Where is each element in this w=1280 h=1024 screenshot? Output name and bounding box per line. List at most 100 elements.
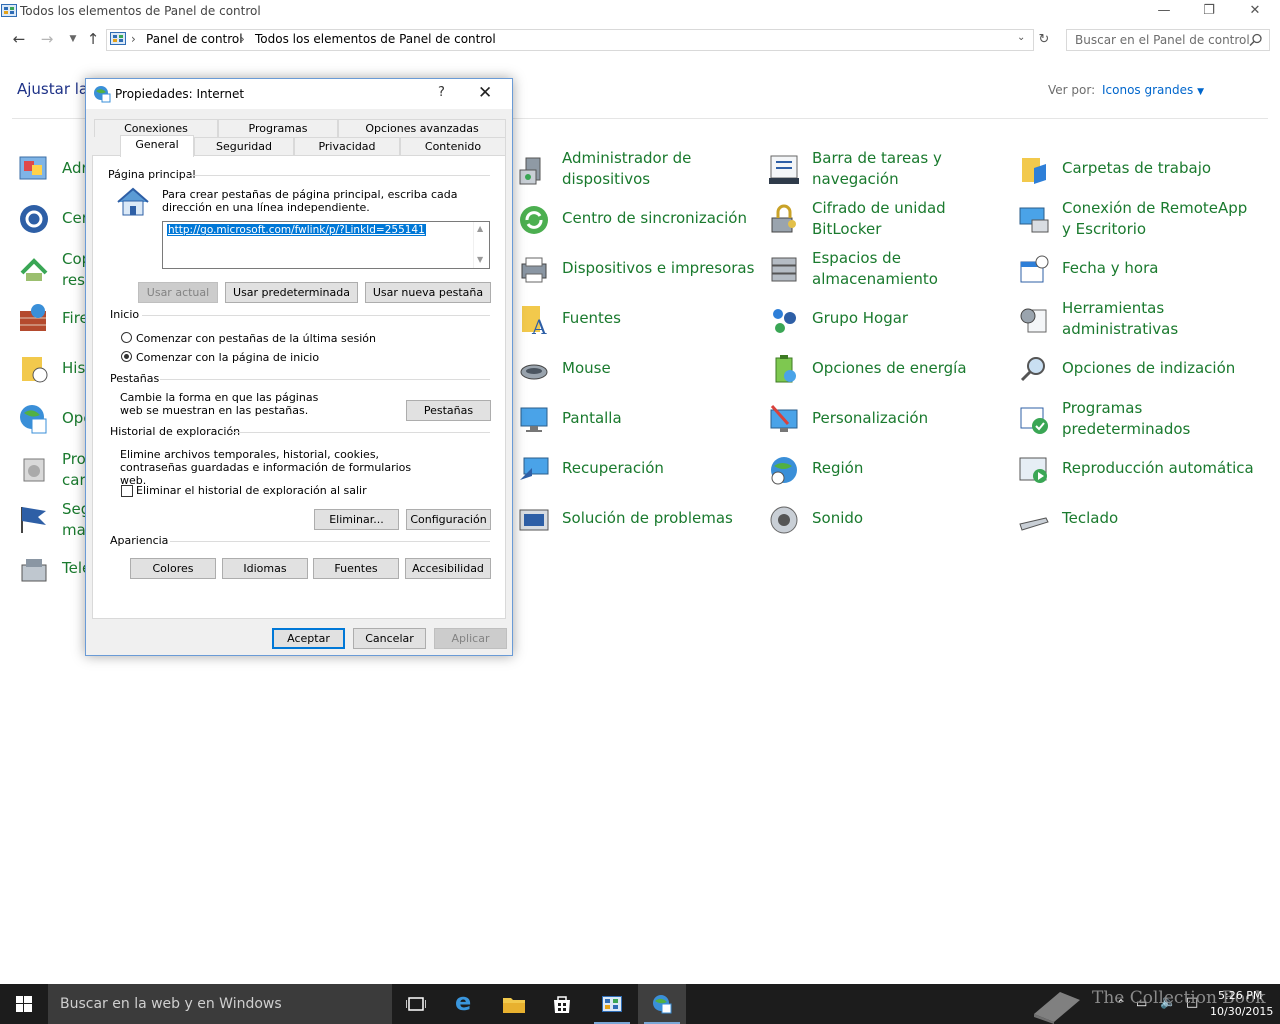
up-arrow-icon[interactable]: ↑ xyxy=(82,26,104,52)
apply-button[interactable]: Aplicar xyxy=(434,628,507,649)
home-page-url-textarea[interactable]: http://go.microsoft.com/fwlink/p/?LinkId… xyxy=(162,221,490,269)
languages-button[interactable]: Idiomas xyxy=(222,558,308,579)
mouse-icon xyxy=(520,364,548,380)
cp-item-mouse[interactable]: Mouse xyxy=(518,348,758,396)
close-window-button[interactable]: ✕ xyxy=(1232,0,1278,24)
group-browsing-history: Historial de exploración xyxy=(110,425,241,438)
cp-item-barra-de-tareas[interactable]: Barra de tareas y navegación xyxy=(768,148,1008,196)
clock-time[interactable]: 5:26 PM xyxy=(1218,989,1262,1002)
ok-button[interactable]: Aceptar xyxy=(272,628,345,649)
fonts-button[interactable]: Fuentes xyxy=(313,558,399,579)
cp-item-bitlocker[interactable]: Cifrado de unidad BitLocker xyxy=(768,198,1008,246)
start-button[interactable] xyxy=(0,984,48,1024)
radio-home-page[interactable] xyxy=(121,351,132,362)
action-center-icon xyxy=(20,205,48,233)
accessibility-button[interactable]: Accesibilidad xyxy=(405,558,491,579)
tab-programas[interactable]: Programas xyxy=(218,119,338,137)
cp-item-administrador-de-dispositivos[interactable]: Administrador de dispositivos xyxy=(518,148,758,196)
taskbar-search-input[interactable]: Buscar en la web y en Windows xyxy=(48,984,392,1024)
taskbar-file-explorer[interactable] xyxy=(490,984,538,1024)
cp-item-teclado[interactable]: Teclado xyxy=(1018,498,1258,546)
breadcrumb-all-items[interactable]: Todos los elementos de Panel de control xyxy=(255,32,496,46)
security-flag-icon xyxy=(21,507,46,533)
cp-item-dispositivos-e-impresoras[interactable]: Dispositivos e impresoras xyxy=(518,248,758,296)
radio-home-page-label[interactable]: Comenzar con la página de inicio xyxy=(136,351,319,364)
minimize-button[interactable]: — xyxy=(1141,0,1187,24)
delete-history-on-exit-label[interactable]: Eliminar el historial de exploración al … xyxy=(136,484,367,497)
recent-locations-chevron-icon[interactable]: ▼ xyxy=(62,26,84,52)
personalization-icon xyxy=(770,405,798,432)
tab-opciones-avanzadas[interactable]: Opciones avanzadas xyxy=(338,119,506,137)
group-appearance: Apariencia xyxy=(110,534,169,547)
breadcrumb-panel-de-control[interactable]: Panel de control xyxy=(146,32,243,46)
tab-privacidad[interactable]: Privacidad xyxy=(294,137,400,155)
use-new-tab-button[interactable]: Usar nueva pestaña xyxy=(365,282,491,303)
cp-item-recuperacion[interactable]: Recuperación xyxy=(518,448,758,496)
view-by-dropdown[interactable]: Iconos grandes ▼ xyxy=(1102,83,1204,97)
region-icon xyxy=(771,457,797,485)
cp-item-region[interactable]: Región xyxy=(768,448,1008,496)
file-history-icon xyxy=(22,357,48,383)
cp-item-opciones-de-indizacion[interactable]: Opciones de indización xyxy=(1018,348,1258,396)
cp-item-solucion-de-problemas[interactable]: Solución de problemas xyxy=(518,498,758,546)
view-by-label: Ver por: xyxy=(1048,83,1096,97)
keyboard-icon xyxy=(1019,517,1049,531)
address-bar[interactable]: › Panel de control › Todos los elementos… xyxy=(106,29,1034,51)
svg-text:A: A xyxy=(531,315,547,336)
cp-item-herramientas-administrativas[interactable]: Herramientas administrativas xyxy=(1018,298,1258,346)
radio-last-session[interactable] xyxy=(121,332,132,343)
cp-item-carpetas-de-trabajo[interactable]: Carpetas de trabajo xyxy=(1018,148,1258,196)
delete-history-button[interactable]: Eliminar... xyxy=(314,509,399,530)
cp-item-personalizacion[interactable]: Personalización xyxy=(768,398,1008,446)
clock-date[interactable]: 10/30/2015 xyxy=(1210,1005,1273,1018)
internet-options-icon xyxy=(20,405,47,434)
forward-arrow-icon[interactable]: → xyxy=(36,26,58,52)
tab-contenido[interactable]: Contenido xyxy=(400,137,506,155)
control-panel-icon xyxy=(110,32,126,45)
cp-item-reproduccion-automatica[interactable]: Reproducción automática xyxy=(1018,448,1258,496)
cp-item-pantalla[interactable]: Pantalla xyxy=(518,398,758,446)
url-scrollbar[interactable]: ▲ ▼ xyxy=(473,222,489,268)
storage-spaces-icon xyxy=(771,257,797,282)
calendar-clock-icon xyxy=(1020,255,1049,283)
work-folders-icon xyxy=(1022,158,1046,184)
cp-item-sonido[interactable]: Sonido xyxy=(768,498,1008,546)
search-input[interactable]: Buscar en el Panel de control xyxy=(1066,29,1270,51)
cp-item-centro-de-sincronizacion[interactable]: Centro de sincronización xyxy=(518,198,758,246)
taskbar-edge[interactable]: e xyxy=(442,984,490,1024)
cp-item-opciones-de-energia[interactable]: Opciones de energía xyxy=(768,348,1008,396)
scroll-up-icon[interactable]: ▲ xyxy=(477,224,483,233)
back-arrow-icon[interactable]: ← xyxy=(8,26,30,52)
use-current-button[interactable]: Usar actual xyxy=(138,282,218,303)
colors-button[interactable]: Colores xyxy=(130,558,216,579)
cp-item-fecha-y-hora[interactable]: Fecha y hora xyxy=(1018,248,1258,296)
store-icon xyxy=(554,996,570,1013)
cp-item-fuentes[interactable]: A Fuentes xyxy=(518,298,758,346)
cp-item-espacios-de-almacenamiento[interactable]: Espacios de almacenamiento xyxy=(768,248,1008,296)
dialog-close-icon[interactable]: ✕ xyxy=(478,83,492,103)
cp-item-remoteapp[interactable]: Conexión de RemoteApp y Escritorio xyxy=(1018,198,1258,246)
use-default-button[interactable]: Usar predeterminada xyxy=(225,282,358,303)
tabs-settings-button[interactable]: Pestañas xyxy=(406,400,491,421)
restore-button[interactable]: ❐ xyxy=(1186,0,1232,24)
cp-item-programas-predeterminados[interactable]: Programas predeterminados xyxy=(1018,398,1258,446)
history-settings-button[interactable]: Configuración xyxy=(406,509,491,530)
address-dropdown-icon[interactable]: ⌄ xyxy=(1017,32,1025,43)
tab-general[interactable]: General xyxy=(120,135,194,157)
refresh-icon[interactable]: ↻ xyxy=(1034,29,1054,51)
radio-last-session-label[interactable]: Comenzar con pestañas de la última sesió… xyxy=(136,332,376,345)
task-view-button[interactable] xyxy=(392,984,440,1024)
scroll-down-icon[interactable]: ▼ xyxy=(477,255,483,264)
cp-item-grupo-hogar[interactable]: Grupo Hogar xyxy=(768,298,1008,346)
taskbar-control-panel[interactable] xyxy=(588,984,636,1024)
delete-history-on-exit-checkbox[interactable] xyxy=(121,485,133,497)
cancel-button[interactable]: Cancelar xyxy=(353,628,426,649)
taskbar-internet-properties[interactable] xyxy=(638,984,686,1024)
taskbar-store[interactable] xyxy=(538,984,586,1024)
dialog-titlebar: Propiedades: Internet ? ✕ xyxy=(86,79,512,109)
help-button[interactable]: ? xyxy=(438,85,445,100)
tab-seguridad[interactable]: Seguridad xyxy=(194,137,294,155)
programs-features-icon xyxy=(23,458,45,482)
default-programs-icon xyxy=(1020,407,1048,434)
group-startup: Inicio xyxy=(110,308,140,321)
